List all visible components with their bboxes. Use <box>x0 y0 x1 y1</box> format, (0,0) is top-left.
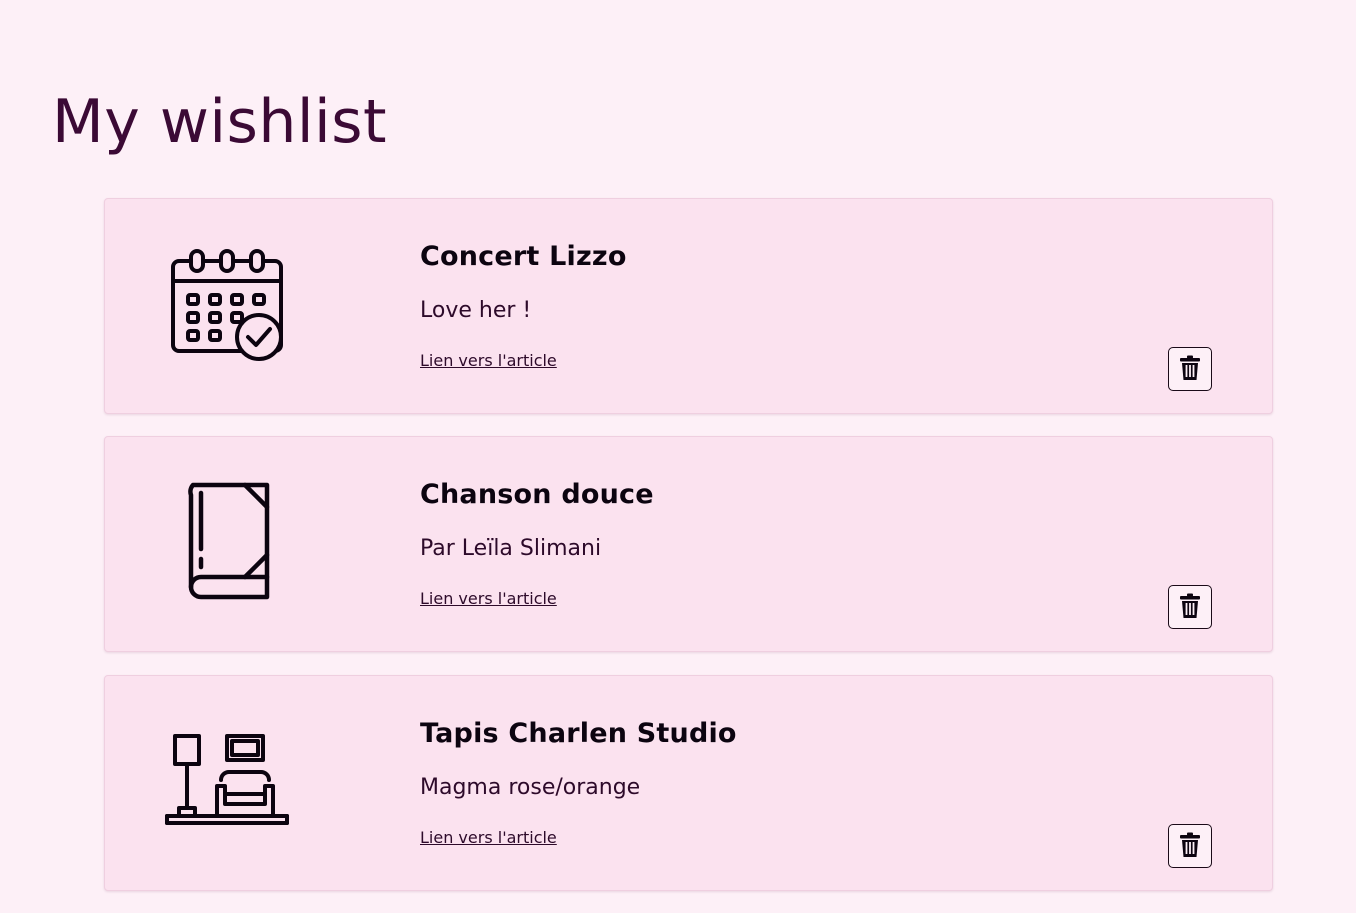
calendar-check-icon <box>165 243 289 367</box>
trash-icon <box>1179 832 1201 861</box>
book-icon <box>165 481 289 605</box>
delete-button[interactable] <box>1168 347 1212 391</box>
article-link[interactable]: Lien vers l'article <box>420 588 557 610</box>
article-link[interactable]: Lien vers l'article <box>420 350 557 372</box>
item-title: Tapis Charlen Studio <box>420 718 737 749</box>
trash-icon <box>1179 355 1201 384</box>
wishlist-item: Chanson douce Par Leïla Slimani Lien ver… <box>104 436 1273 652</box>
item-description: Magma rose/orange <box>420 775 641 800</box>
item-title: Chanson douce <box>420 479 654 510</box>
wishlist-item: Concert Lizzo Love her ! Lien vers l'art… <box>104 198 1273 414</box>
item-description: Par Leïla Slimani <box>420 536 602 561</box>
delete-button[interactable] <box>1168 824 1212 868</box>
living-room-icon <box>165 720 289 844</box>
wishlist: Concert Lizzo Love her ! Lien vers l'art… <box>104 198 1273 913</box>
item-title: Concert Lizzo <box>420 241 627 272</box>
trash-icon <box>1179 593 1201 622</box>
page-title: My wishlist <box>52 87 388 157</box>
article-link[interactable]: Lien vers l'article <box>420 827 557 849</box>
item-description: Love her ! <box>420 298 532 323</box>
delete-button[interactable] <box>1168 585 1212 629</box>
wishlist-item: Tapis Charlen Studio Magma rose/orange L… <box>104 675 1273 891</box>
